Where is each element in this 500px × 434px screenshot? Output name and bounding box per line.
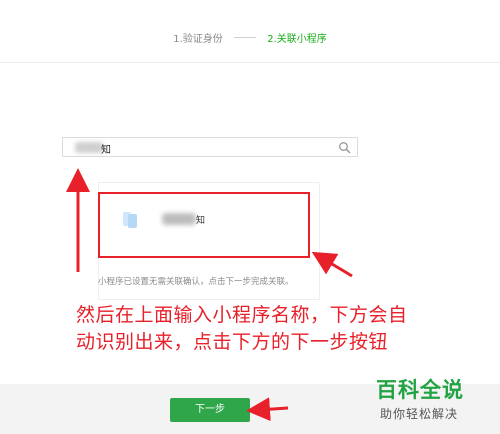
arrow-to-next-button (246, 397, 289, 422)
annotation-arrows (66, 168, 353, 422)
arrow-to-result (311, 251, 353, 278)
